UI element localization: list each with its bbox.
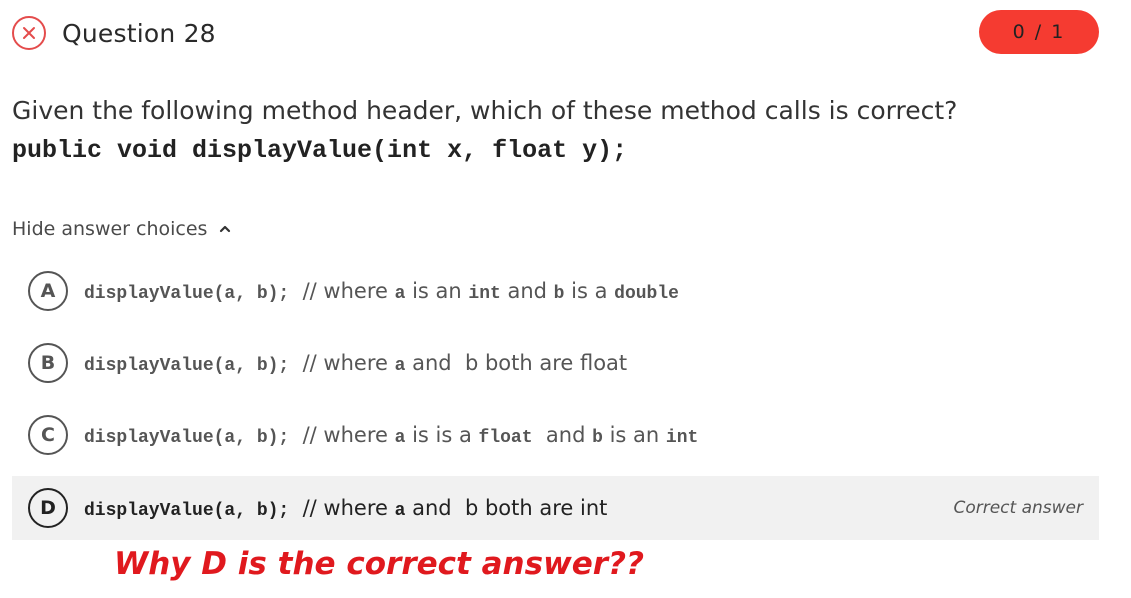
code-fragment: double: [614, 283, 679, 304]
text-fragment: and: [532, 422, 593, 447]
choice-letter: B: [28, 343, 68, 383]
question-header: Question 28: [12, 14, 216, 52]
code-fragment: a: [394, 500, 406, 521]
code-fragment: float: [478, 427, 533, 448]
text-fragment: // where: [289, 495, 395, 520]
code-fragment: b: [553, 283, 565, 304]
annotation-note: Why D is the correct answer??: [114, 546, 644, 582]
text-fragment: // where: [289, 422, 395, 447]
text-fragment: is an: [405, 278, 469, 303]
text-fragment: is an: [602, 422, 666, 447]
text-fragment: is a: [564, 278, 615, 303]
hide-answer-choices-toggle[interactable]: Hide answer choices: [12, 218, 231, 240]
question-prompt: Given the following method header, which…: [12, 96, 958, 125]
choice-letter: A: [28, 271, 68, 311]
choice-text: displayValue(a, b); // where a and b bot…: [84, 496, 607, 521]
answer-choice-a[interactable]: A displayValue(a, b); // where a is an i…: [12, 259, 1099, 323]
choice-text: displayValue(a, b); // where a and b bot…: [84, 351, 627, 376]
answer-choice-c[interactable]: C displayValue(a, b); // where a is is a…: [12, 403, 1099, 467]
code-fragment: a: [394, 283, 406, 304]
code-fragment: displayValue(a, b);: [84, 500, 290, 521]
code-fragment: displayValue(a, b);: [84, 427, 290, 448]
code-fragment: int: [468, 283, 501, 304]
code-fragment: displayValue(a, b);: [84, 283, 290, 304]
method-header-code: public void displayValue(int x, float y)…: [12, 136, 628, 165]
code-fragment: a: [394, 355, 406, 376]
text-fragment: and b both are float: [405, 350, 628, 375]
code-fragment: a: [394, 427, 406, 448]
choice-text: displayValue(a, b); // where a is is a f…: [84, 423, 698, 448]
answer-choice-b[interactable]: B displayValue(a, b); // where a and b b…: [12, 331, 1099, 395]
score-badge: 0 / 1: [979, 10, 1099, 54]
text-fragment: // where: [289, 278, 395, 303]
text-fragment: // where: [289, 350, 395, 375]
text-fragment: and b both are int: [405, 495, 608, 520]
answer-choice-d[interactable]: D displayValue(a, b); // where a and b b…: [12, 476, 1099, 540]
question-title: Question 28: [62, 18, 216, 48]
correct-answer-label: Correct answer: [953, 498, 1083, 518]
chevron-up-icon: [219, 224, 231, 234]
text-fragment: and: [500, 278, 554, 303]
code-fragment: displayValue(a, b);: [84, 355, 290, 376]
choice-text: displayValue(a, b); // where a is an int…: [84, 279, 679, 304]
text-fragment: is is a: [405, 422, 479, 447]
code-fragment: b: [592, 427, 603, 448]
code-fragment: int: [665, 427, 699, 448]
x-circle-icon: [12, 16, 46, 50]
choice-letter: C: [28, 415, 68, 455]
toggle-label: Hide answer choices: [12, 218, 208, 240]
choice-letter: D: [28, 488, 68, 528]
